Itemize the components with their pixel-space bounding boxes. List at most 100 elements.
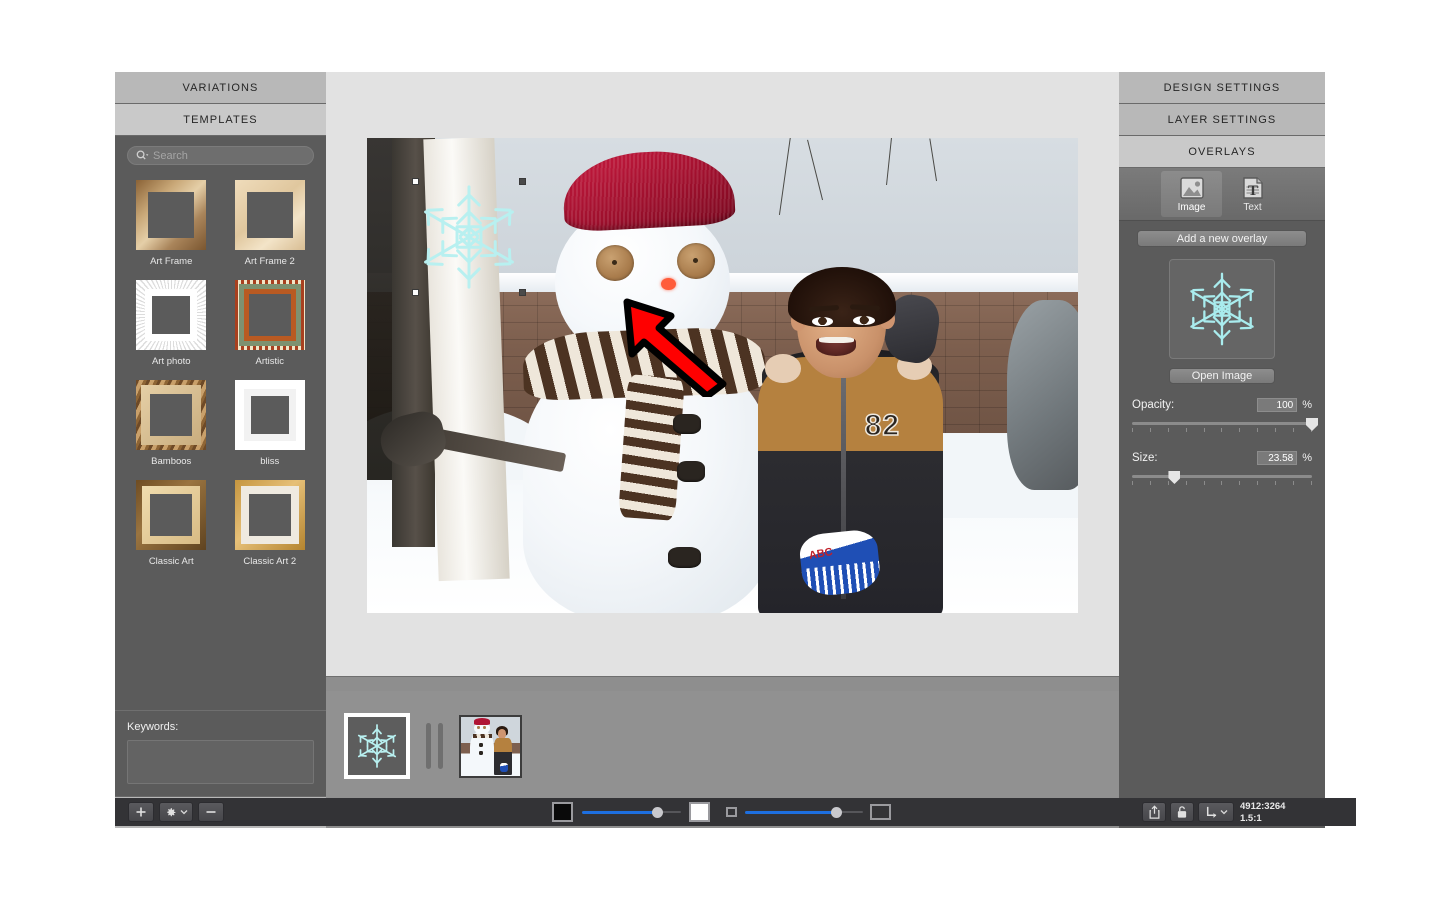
size-label: Size: bbox=[1132, 452, 1158, 464]
background-brightness-knob[interactable] bbox=[652, 806, 663, 818]
small-thumbnail-icon[interactable] bbox=[726, 807, 737, 817]
center-area: 82 ABC bbox=[326, 72, 1119, 828]
boy-mouth bbox=[816, 336, 857, 357]
light-background-icon[interactable] bbox=[689, 802, 710, 822]
opacity-slider[interactable] bbox=[1132, 418, 1318, 437]
overlay-tab-image[interactable]: Image bbox=[1161, 171, 1222, 217]
open-image-label: Open Image bbox=[1191, 370, 1253, 382]
snowflake-icon bbox=[424, 185, 514, 289]
snowman-eye bbox=[595, 244, 634, 281]
tab-templates-label: TEMPLATES bbox=[183, 113, 258, 126]
size-unit: % bbox=[1302, 452, 1312, 464]
overlay-type-tabs: Image T Text bbox=[1119, 168, 1325, 221]
search-input[interactable] bbox=[153, 149, 305, 162]
svg-text:T: T bbox=[1247, 183, 1257, 199]
opacity-value-field[interactable]: 100 bbox=[1257, 398, 1298, 412]
overlay-tab-text[interactable]: T Text bbox=[1222, 171, 1283, 217]
export-share-button[interactable] bbox=[1142, 802, 1166, 822]
template-item-bamboos[interactable]: Bamboos bbox=[127, 379, 216, 467]
tab-variations[interactable]: VARIATIONS bbox=[115, 72, 326, 104]
thumbnail-zoom-slider[interactable] bbox=[745, 802, 863, 822]
boy-eye bbox=[812, 316, 834, 326]
main-photo[interactable]: 82 ABC bbox=[367, 138, 1078, 613]
filmstrip-items bbox=[326, 691, 1119, 801]
tab-overlays[interactable]: OVERLAYS bbox=[1119, 136, 1325, 168]
template-thumbnail bbox=[135, 479, 207, 551]
template-thumbnail bbox=[135, 279, 207, 351]
size-slider[interactable] bbox=[1132, 471, 1312, 490]
tab-templates[interactable]: TEMPLATES bbox=[115, 104, 326, 136]
template-label: Classic Art bbox=[148, 556, 194, 567]
left-panel: VARIATIONS TEMPLATES Search Art Frame Ar… bbox=[115, 72, 326, 828]
template-item-art-frame-2[interactable]: Art Frame 2 bbox=[226, 179, 315, 267]
template-label: Art Frame 2 bbox=[244, 256, 295, 267]
template-label: Art photo bbox=[151, 356, 191, 367]
snowflake-icon bbox=[357, 724, 397, 768]
overlay-tab-text-label: Text bbox=[1243, 201, 1262, 213]
template-item-art-photo[interactable]: Art photo bbox=[127, 279, 216, 367]
opacity-control: Opacity: 100 % bbox=[1119, 398, 1325, 437]
keywords-input[interactable] bbox=[127, 740, 314, 784]
aspect-ratio-value: 1.5:1 bbox=[1240, 812, 1262, 824]
template-item-artistic[interactable]: Artistic bbox=[226, 279, 315, 367]
template-thumbnail bbox=[234, 279, 306, 351]
template-thumbnail bbox=[135, 379, 207, 451]
overlay-preview[interactable] bbox=[1169, 259, 1275, 359]
overlay-tab-image-label: Image bbox=[1177, 201, 1206, 213]
open-image-button[interactable]: Open Image bbox=[1169, 368, 1275, 384]
boy-eye bbox=[853, 315, 875, 325]
gear-icon bbox=[167, 807, 176, 816]
template-thumbnail bbox=[135, 179, 207, 251]
overlay-selection[interactable] bbox=[412, 178, 526, 296]
application-window: VARIATIONS TEMPLATES Search Art Frame Ar… bbox=[115, 72, 1325, 828]
lock-icon bbox=[1177, 806, 1187, 818]
chevron-down-icon bbox=[1220, 810, 1228, 815]
bottom-toolbar: 4912:3264 1.5:1 bbox=[115, 798, 1356, 826]
photo-rock bbox=[1006, 299, 1078, 490]
snowman-button bbox=[668, 546, 702, 569]
template-thumbnail bbox=[234, 379, 306, 451]
crop-ratio-button[interactable] bbox=[1198, 802, 1234, 822]
template-item-art-frame[interactable]: Art Frame bbox=[127, 179, 216, 267]
template-item-bliss[interactable]: bliss bbox=[226, 379, 315, 467]
keywords-label: Keywords: bbox=[127, 721, 179, 733]
size-value-field[interactable]: 23.58 bbox=[1257, 451, 1298, 465]
opacity-label: Opacity: bbox=[1132, 399, 1175, 411]
boy-mitten: ABC bbox=[797, 528, 882, 598]
gear-menu-button[interactable] bbox=[159, 802, 193, 822]
thumbnail-zoom-knob[interactable] bbox=[831, 806, 842, 818]
remove-button[interactable] bbox=[198, 802, 224, 822]
add-new-overlay-button[interactable]: Add a new overlay bbox=[1137, 230, 1307, 247]
canvas-area[interactable]: 82 ABC bbox=[326, 72, 1119, 676]
dark-background-icon[interactable] bbox=[552, 802, 573, 822]
lock-button[interactable] bbox=[1170, 802, 1194, 822]
filmstrip-item-photo[interactable] bbox=[459, 714, 522, 778]
template-item-classic-art-2[interactable]: Classic Art 2 bbox=[226, 479, 315, 567]
background-brightness-slider[interactable] bbox=[582, 802, 681, 822]
snowman-eye bbox=[676, 242, 715, 280]
tab-design-settings-label: DESIGN SETTINGS bbox=[1163, 81, 1281, 94]
filmstrip-divider bbox=[426, 723, 443, 769]
snowman-button bbox=[676, 461, 706, 482]
picture-icon bbox=[1179, 176, 1204, 199]
large-thumbnail-icon[interactable] bbox=[870, 804, 891, 820]
chevron-down-icon bbox=[180, 810, 188, 815]
tab-design-settings[interactable]: DESIGN SETTINGS bbox=[1119, 72, 1325, 104]
resize-handle-bottom-left[interactable] bbox=[412, 289, 419, 296]
resize-handle-top-right[interactable] bbox=[519, 178, 526, 185]
resize-handle-bottom-right[interactable] bbox=[519, 289, 526, 296]
share-icon bbox=[1149, 805, 1159, 819]
template-item-classic-art[interactable]: Classic Art bbox=[127, 479, 216, 567]
search-field[interactable] bbox=[127, 146, 314, 165]
tab-layer-settings[interactable]: LAYER SETTINGS bbox=[1119, 104, 1325, 136]
template-thumbnail bbox=[234, 179, 306, 251]
filmstrip-item-overlay[interactable] bbox=[344, 713, 410, 779]
resolution-value: 4912:3264 bbox=[1240, 801, 1286, 812]
template-label: Art Frame bbox=[150, 256, 193, 267]
keywords-section: Keywords: bbox=[115, 710, 326, 796]
templates-body: Art Frame Art Frame 2 Art pho bbox=[115, 136, 326, 710]
right-panel: DESIGN SETTINGS LAYER SETTINGS OVERLAYS … bbox=[1119, 72, 1325, 828]
boy-jacket-number: 82 bbox=[864, 408, 901, 443]
add-button[interactable] bbox=[128, 802, 154, 822]
resize-handle-top-left[interactable] bbox=[412, 178, 419, 185]
